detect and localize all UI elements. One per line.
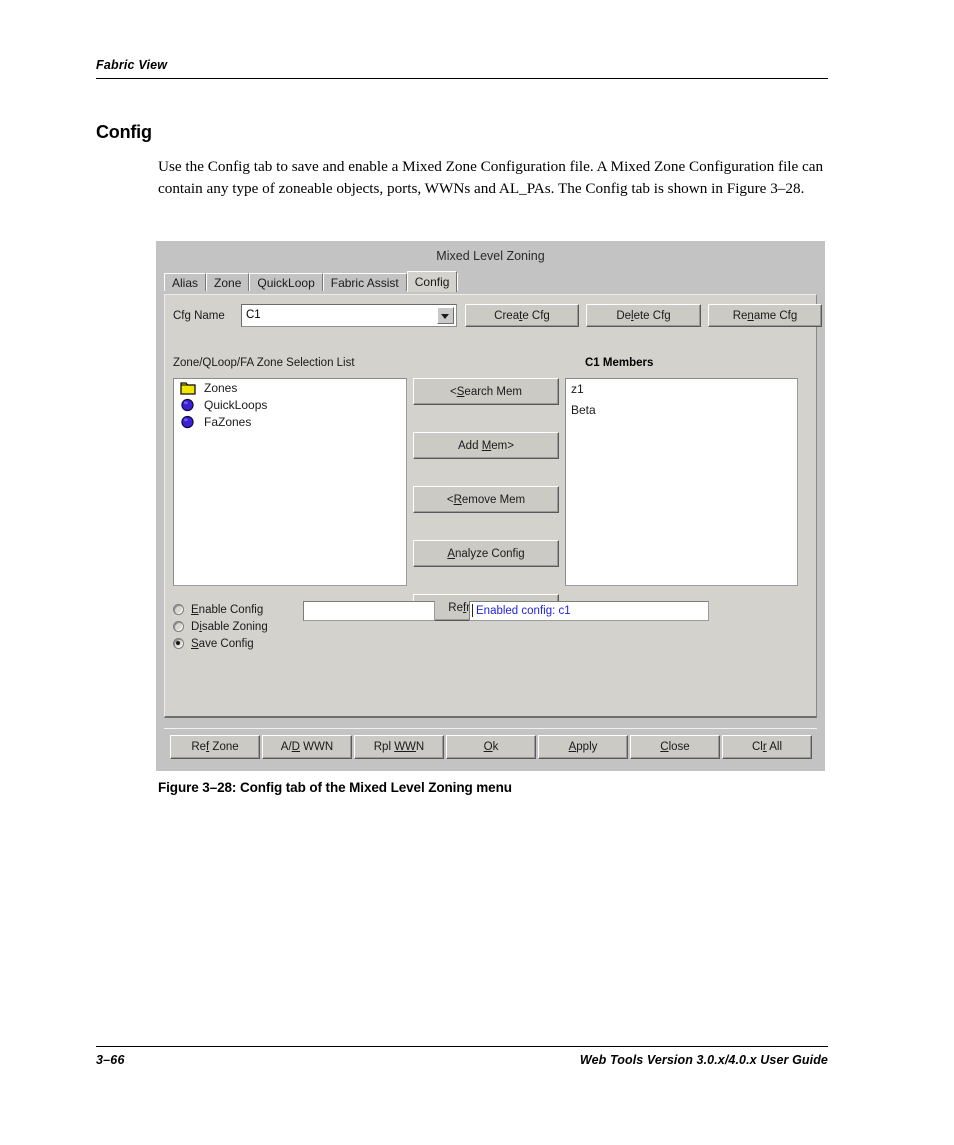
members-listbox[interactable]: z1 Beta [565,378,798,586]
footer-page-number: 3–66 [96,1053,125,1067]
status-text: Enabled config: c1 [476,605,571,617]
tab-zone[interactable]: Zone [206,273,250,291]
page-running-head: Fabric View [96,58,828,79]
cfg-name-label: Cfg Name [173,310,225,322]
config-name-input[interactable] [303,601,435,621]
analyze-config-label: Analyze Config [447,547,525,560]
ad-wwn-button[interactable]: A/D WWN [262,735,352,759]
status-field[interactable]: Enabled config: c1 [469,601,709,621]
list-item[interactable]: Beta [566,400,797,421]
rpl-wwn-button[interactable]: Rpl WWN [354,735,444,759]
ref-zone-button[interactable]: Ref Zone [170,735,260,759]
rpl-wwn-label: Rpl WWN [373,741,425,753]
remove-mem-button[interactable]: <Remove Mem [413,486,559,513]
sphere-icon [180,398,196,412]
list-item[interactable]: z1 [566,379,797,400]
list-item[interactable]: QuickLoops [174,396,406,413]
list-item[interactable]: Zones [174,379,406,396]
delete-cfg-label: Delete Cfg [616,309,671,322]
list-item-label: FaZones [204,414,252,429]
clr-all-label: Clr All [751,741,783,753]
sphere-icon [180,415,196,429]
search-mem-button[interactable]: <Search Mem [413,378,559,405]
dialog-button-bar: Ref Zone A/D WWN Rpl WWN Ok Apply Close … [164,728,817,763]
footer-guide-title: Web Tools Version 3.0.x/4.0.x User Guide [579,1053,828,1067]
add-mem-button[interactable]: Add Mem> [413,432,559,459]
radio-enable-config[interactable]: Enable Config [173,601,268,618]
running-head-text: Fabric View [96,58,168,72]
zone-selection-listbox[interactable]: Zones QuickLoops FaZones [173,378,407,586]
list-item-label: QuickLoops [204,397,268,412]
radio-save-config[interactable]: Save Config [173,635,268,652]
close-button[interactable]: Close [630,735,720,759]
tab-fabric-assist[interactable]: Fabric Assist [322,273,407,291]
search-mem-label: <Search Mem [450,385,522,398]
folder-icon [180,381,196,395]
footer-rule [96,1046,828,1047]
list-item[interactable]: FaZones [174,413,406,430]
create-cfg-label: Create Cfg [494,309,550,322]
body-paragraph: Use the Config tab to save and enable a … [158,158,824,197]
radio-circle-selected-icon[interactable] [173,638,184,649]
header-rule [96,78,828,79]
add-mem-label: Add Mem> [458,439,514,452]
ref-zone-label: Ref Zone [191,741,239,753]
ad-wwn-label: A/D WWN [280,741,334,753]
clr-all-button[interactable]: Clr All [722,735,812,759]
remove-mem-label: <Remove Mem [446,493,526,506]
tab-strip-filler [457,273,825,291]
config-panel: Cfg Name C1 Create Cfg Delete Cfg Rename… [164,294,822,718]
apply-label: Apply [568,741,598,753]
page-footer: 3–66 Web Tools Version 3.0.x/4.0.x User … [96,1046,828,1067]
close-label: Close [660,741,690,753]
tab-config[interactable]: Config [406,271,458,292]
radio-disable-zoning[interactable]: Disable Zoning [173,618,268,635]
apply-button[interactable]: Apply [538,735,628,759]
config-action-radio-group: Enable Config Disable Zoning Save Config [173,601,268,652]
radio-disable-zoning-label: Disable Zoning [191,620,268,633]
radio-circle-icon[interactable] [173,604,184,615]
cfg-name-row: Cfg Name C1 Create Cfg Delete Cfg Rename… [165,304,822,328]
cfg-name-value: C1 [246,309,261,321]
cfg-name-combobox[interactable]: C1 [241,304,457,327]
tab-quickloop[interactable]: QuickLoop [249,273,323,291]
ok-label: Ok [483,741,499,753]
page-title: Config [96,122,152,142]
delete-cfg-button[interactable]: Delete Cfg [586,304,701,327]
radio-circle-icon[interactable] [173,621,184,632]
selection-list-label: Zone/QLoop/FA Zone Selection List [173,357,355,369]
analyze-config-button[interactable]: Analyze Config [413,540,559,567]
list-item-label: Zones [204,380,238,395]
tab-alias[interactable]: Alias [164,273,207,291]
radio-enable-config-label: Enable Config [191,603,264,616]
figure-caption: Figure 3–28: Config tab of the Mixed Lev… [158,780,512,795]
dialog-title: Mixed Level Zoning [436,249,545,263]
create-cfg-button[interactable]: Create Cfg [465,304,579,327]
text-caret [472,604,473,617]
rename-cfg-button[interactable]: Rename Cfg [708,304,822,327]
mixed-level-zoning-dialog: Mixed Level Zoning Alias Zone QuickLoop … [156,241,825,771]
chevron-down-icon[interactable] [437,307,454,324]
ok-button[interactable]: Ok [446,735,536,759]
rename-cfg-label: Rename Cfg [732,309,798,322]
radio-save-config-label: Save Config [191,637,254,650]
tab-strip: Alias Zone QuickLoop Fabric Assist Confi… [164,271,825,292]
members-list-label: C1 Members [585,357,654,369]
